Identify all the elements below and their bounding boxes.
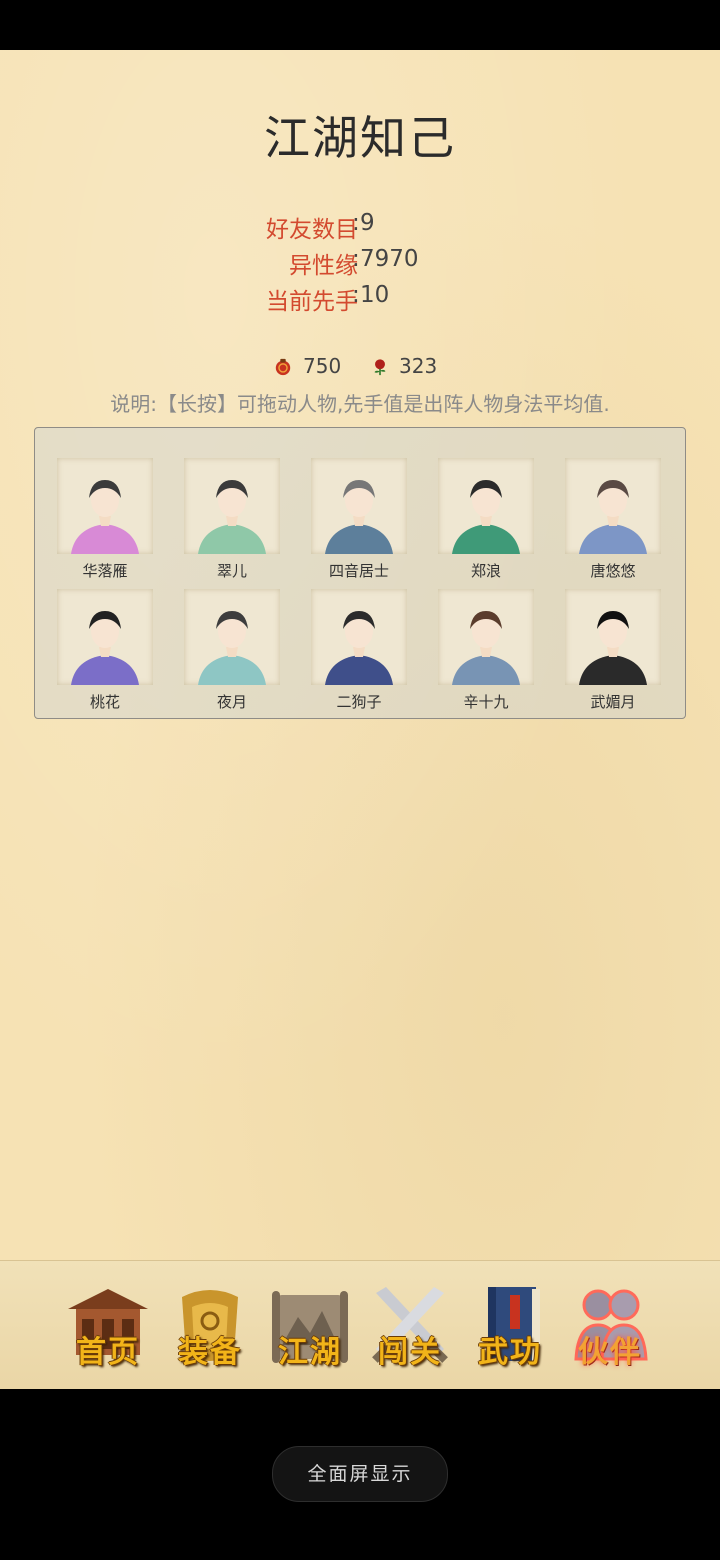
nav-challenge-button[interactable]: 闯关 bbox=[362, 1275, 458, 1375]
character-card[interactable]: 夜月 bbox=[182, 589, 282, 714]
character-portrait bbox=[565, 589, 661, 685]
nav-label: 伙伴 bbox=[578, 1335, 642, 1370]
stat-value: 9 bbox=[360, 210, 375, 236]
character-name: 郑浪 bbox=[470, 562, 501, 580]
stat-initiative: 当前先手 : 10 bbox=[0, 282, 720, 316]
character-name: 武媚月 bbox=[590, 693, 636, 711]
character-portrait bbox=[311, 458, 407, 554]
character-portrait bbox=[438, 589, 534, 685]
character-card[interactable]: 郑浪 bbox=[436, 458, 536, 583]
status-bar bbox=[0, 0, 720, 50]
character-card[interactable]: 桃花 bbox=[55, 589, 155, 714]
character-name: 夜月 bbox=[216, 693, 247, 711]
nav-label: 武功 bbox=[478, 1335, 542, 1370]
character-name: 唐悠悠 bbox=[590, 562, 636, 580]
stat-label: 好友数目 bbox=[266, 217, 358, 243]
character-roster: 华落雁 翠儿 四音居士 郑浪 唐悠悠 桃花 夜月 二狗子 辛十九 武媚月 bbox=[34, 427, 686, 719]
red-orb-icon bbox=[275, 358, 291, 376]
character-card[interactable]: 华落雁 bbox=[55, 458, 155, 583]
nav-label: 装备 bbox=[178, 1335, 242, 1370]
stat-colon: : bbox=[352, 246, 360, 272]
nav-label: 江湖 bbox=[278, 1335, 342, 1370]
character-card[interactable]: 二狗子 bbox=[309, 589, 409, 714]
bottom-nav: 首页 装备 江湖 闯关 武功 伙伴 bbox=[0, 1260, 720, 1389]
character-portrait bbox=[57, 589, 153, 685]
currency-row: 750 323 bbox=[0, 352, 720, 384]
character-name: 桃花 bbox=[89, 693, 120, 711]
character-portrait bbox=[311, 589, 407, 685]
character-card[interactable]: 唐悠悠 bbox=[563, 458, 663, 583]
character-name: 四音居士 bbox=[328, 562, 389, 580]
character-name: 翠儿 bbox=[216, 562, 247, 580]
character-name: 华落雁 bbox=[82, 562, 128, 580]
rose-icon bbox=[374, 359, 386, 376]
stat-value: 7970 bbox=[360, 246, 419, 272]
character-card[interactable]: 四音居士 bbox=[309, 458, 409, 583]
stat-colon: : bbox=[352, 282, 360, 308]
character-card[interactable]: 辛十九 bbox=[436, 589, 536, 714]
nav-label: 闯关 bbox=[378, 1335, 442, 1370]
fullscreen-button[interactable]: 全面屏显示 bbox=[272, 1446, 448, 1502]
rose-count: 323 bbox=[399, 354, 438, 378]
nav-equipment-button[interactable]: 装备 bbox=[162, 1275, 258, 1375]
stat-friend-count: 好友数目 : 9 bbox=[0, 210, 720, 244]
stat-label: 异性缘 bbox=[289, 253, 358, 279]
character-portrait bbox=[184, 458, 280, 554]
nav-martial-arts-button[interactable]: 武功 bbox=[462, 1275, 558, 1375]
character-portrait bbox=[438, 458, 534, 554]
character-name: 二狗子 bbox=[336, 693, 382, 711]
red-orb-count: 750 bbox=[303, 354, 342, 378]
character-portrait bbox=[184, 589, 280, 685]
stat-colon: : bbox=[352, 210, 360, 236]
nav-jianghu-button[interactable]: 江湖 bbox=[262, 1275, 358, 1375]
nav-partners-button[interactable]: 伙伴 bbox=[562, 1275, 658, 1375]
character-card[interactable]: 翠儿 bbox=[182, 458, 282, 583]
character-portrait bbox=[57, 458, 153, 554]
nav-label: 首页 bbox=[76, 1335, 140, 1370]
hint-text: 说明:【长按】可拖动人物,先手值是出阵人物身法平均值. bbox=[110, 392, 610, 416]
character-card[interactable]: 武媚月 bbox=[563, 589, 663, 714]
stat-value: 10 bbox=[360, 282, 390, 308]
page-title: 江湖知己 bbox=[264, 111, 456, 165]
character-name: 辛十九 bbox=[463, 693, 509, 711]
stat-charm: 异性缘 : 7970 bbox=[0, 246, 720, 280]
screen: 江湖知己 好友数目 : 9 异性缘 : 7970 当前先手 : 10 750 3… bbox=[0, 0, 720, 1560]
character-portrait bbox=[565, 458, 661, 554]
stat-label: 当前先手 bbox=[266, 289, 358, 315]
nav-home-button[interactable]: 首页 bbox=[60, 1275, 156, 1375]
game-area: 江湖知己 好友数目 : 9 异性缘 : 7970 当前先手 : 10 750 3… bbox=[0, 50, 720, 1260]
